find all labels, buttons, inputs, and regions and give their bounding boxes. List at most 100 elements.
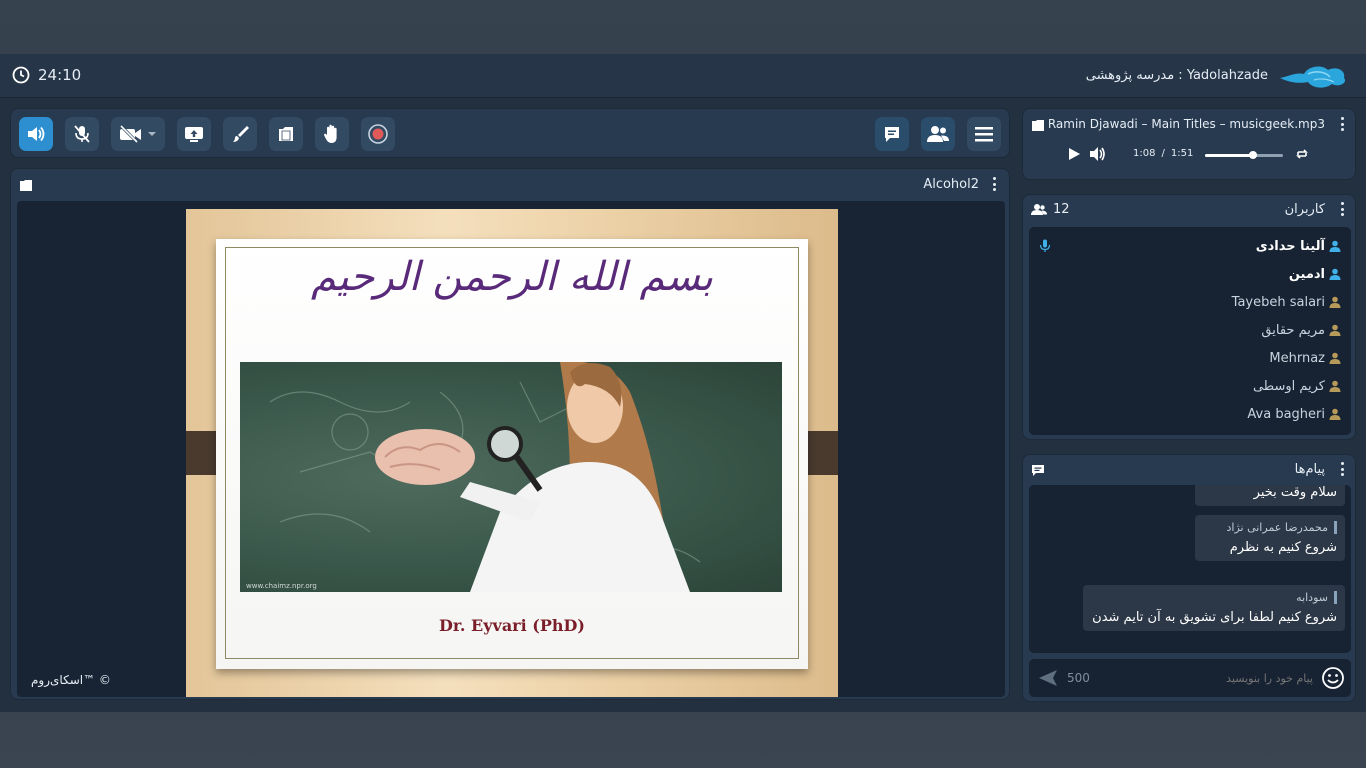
user-mic-icon xyxy=(1039,239,1051,252)
user-list-item[interactable]: مریم حقایق xyxy=(1261,319,1341,341)
user-avatar-icon xyxy=(1329,352,1341,364)
user-list-item[interactable]: Ava bagheri xyxy=(1247,403,1341,425)
users-panel: 12 کاربران آلینا حدادی ادمین Tayebeh salar… xyxy=(1022,194,1356,440)
user-avatar-icon xyxy=(1329,408,1341,420)
clock-time: 24:10 xyxy=(38,66,82,84)
users-toggle-button[interactable] xyxy=(921,117,955,151)
user-name: Ava bagheri xyxy=(1247,406,1325,422)
speaker-button[interactable] xyxy=(19,117,53,151)
music-time-separator: / xyxy=(1161,148,1165,159)
slide-title: بسم الله الرحمن الرحیم xyxy=(310,254,714,300)
volume-icon[interactable] xyxy=(1089,146,1107,162)
music-seek-bar[interactable] xyxy=(1205,151,1283,159)
user-avatar-icon xyxy=(1329,324,1341,336)
session-clock: 24:10 xyxy=(12,66,81,84)
chat-message: سلام وقت بخیر xyxy=(1195,485,1345,506)
presentation-options-icon[interactable] xyxy=(993,177,997,191)
slide-frame: بسم الله الرحمن الرحیم www.chaimz.npr.or… xyxy=(225,247,799,659)
users-panel-title: کاربران xyxy=(1284,202,1325,217)
messages-panel: پیام‌ها سلام وقت بخیر محمدرضا عمرانی نژا… xyxy=(1022,454,1356,702)
skyroom-logo-icon xyxy=(1280,66,1346,88)
chat-message-text: شروع کنیم لطفا برای تشویق به آن تایم شدن xyxy=(1092,610,1337,625)
presentation-panel: Alcohol2 بسم الله الرحمن الرحیم www.chai… xyxy=(10,168,1010,700)
main-area: Alcohol2 بسم الله الرحمن الرحیم www.chai… xyxy=(0,98,1366,712)
send-icon[interactable] xyxy=(1037,669,1059,687)
user-list-item[interactable]: Tayebeh salari xyxy=(1232,291,1341,313)
record-icon xyxy=(368,124,388,144)
users-count: 12 xyxy=(1053,202,1070,217)
record-button[interactable] xyxy=(361,117,395,151)
chat-message-author: محمدرضا عمرانی نژاد xyxy=(1203,521,1337,534)
presentation-file-name: Alcohol2 xyxy=(923,177,979,192)
users-options-icon[interactable] xyxy=(1341,202,1345,216)
users-list: آلینا حدادی ادمین Tayebeh salari مریم حقایق… xyxy=(1029,227,1351,435)
user-avatar-icon xyxy=(1329,296,1341,308)
chat-icon xyxy=(1032,465,1044,476)
user-name: کریم اوسطی xyxy=(1252,378,1325,394)
whiteboard-brush-button[interactable] xyxy=(223,117,257,151)
user-list-item[interactable]: آلینا حدادی xyxy=(1256,235,1341,257)
speaker-icon xyxy=(28,126,45,142)
music-options-icon[interactable] xyxy=(1341,117,1345,131)
user-name: مریم حقایق xyxy=(1261,322,1325,338)
messages-panel-title: پیام‌ها xyxy=(1294,462,1325,477)
chat-message-author: سودابه xyxy=(1091,591,1337,604)
users-icon xyxy=(927,126,949,142)
music-current-time: 1:08 xyxy=(1133,148,1156,159)
svg-text:www.chaimz.npr.org: www.chaimz.npr.org xyxy=(246,582,317,590)
user-list-item[interactable]: Mehrnaz xyxy=(1269,347,1341,369)
music-player-panel: Ramin Djawadi – Main Titles – musicgeek.… xyxy=(1022,108,1356,180)
user-list-item[interactable]: ادمین xyxy=(1289,263,1341,285)
user-name: آلینا حدادی xyxy=(1255,238,1325,254)
file-icon xyxy=(20,180,32,191)
presentation-header: Alcohol2 xyxy=(11,169,1009,199)
user-avatar-icon xyxy=(1329,380,1341,392)
slide-author: Dr. Eyvari (PhD) xyxy=(439,616,585,635)
camera-off-icon xyxy=(119,125,141,143)
presentation-stage: بسم الله الرحمن الرحیم www.chaimz.npr.or… xyxy=(17,201,1005,697)
scientist-with-brain-image: www.chaimz.npr.org xyxy=(246,362,701,592)
brush-icon xyxy=(233,126,249,142)
share-screen-icon xyxy=(185,127,203,142)
files-icon xyxy=(279,127,293,141)
school-label: Yadolahzade : مدرسه پژوهشی xyxy=(1085,67,1268,83)
chat-message-text: شروع کنیم به نظرم xyxy=(1229,540,1337,555)
clock-icon xyxy=(12,66,30,84)
users-icon xyxy=(1031,204,1047,215)
slide-paper: بسم الله الرحمن الرحیم www.chaimz.npr.or… xyxy=(216,239,808,669)
top-bar: 24:10 Yadolahzade : مدرسه پژوهشی xyxy=(0,54,1366,98)
music-duration: 1:51 xyxy=(1170,148,1194,159)
music-seek-fill xyxy=(1205,154,1254,157)
chat-icon xyxy=(885,127,899,142)
music-seek-handle[interactable] xyxy=(1249,151,1258,159)
camera-button[interactable] xyxy=(111,117,165,151)
main-menu-button[interactable] xyxy=(967,117,1001,151)
mic-off-icon xyxy=(74,125,90,143)
messages-list: سلام وقت بخیر محمدرضا عمرانی نژاد شروع ک… xyxy=(1029,485,1351,653)
user-list-item[interactable]: کریم اوسطی xyxy=(1253,375,1341,397)
file-icon xyxy=(1032,120,1044,131)
messages-panel-header: پیام‌ها xyxy=(1023,455,1355,483)
user-name: Mehrnaz xyxy=(1269,350,1325,366)
chevron-down-icon xyxy=(148,132,156,136)
raise-hand-button[interactable] xyxy=(315,117,349,151)
slide: بسم الله الرحمن الرحیم www.chaimz.npr.or… xyxy=(186,209,838,697)
chat-message-text: سلام وقت بخیر xyxy=(1253,485,1337,500)
messages-options-icon[interactable] xyxy=(1341,462,1345,476)
repeat-icon[interactable] xyxy=(1295,147,1309,161)
user-avatar-icon xyxy=(1329,268,1341,280)
files-button[interactable] xyxy=(269,117,303,151)
slide-photo: www.chaimz.npr.org xyxy=(240,362,782,592)
message-composer: 500 xyxy=(1029,659,1351,697)
users-panel-header: 12 کاربران xyxy=(1023,195,1355,223)
mic-button[interactable] xyxy=(65,117,99,151)
play-icon[interactable] xyxy=(1067,147,1081,161)
toolbar xyxy=(10,108,1010,158)
share-screen-button[interactable] xyxy=(177,117,211,151)
chat-message: محمدرضا عمرانی نژاد شروع کنیم به نظرم xyxy=(1195,515,1345,561)
user-avatar-icon xyxy=(1329,240,1341,252)
skyroom-copyright: اسکای‌روم™ © xyxy=(31,673,111,687)
message-input[interactable] xyxy=(1109,665,1313,691)
emoji-icon[interactable] xyxy=(1321,666,1345,690)
chat-toggle-button[interactable] xyxy=(875,117,909,151)
